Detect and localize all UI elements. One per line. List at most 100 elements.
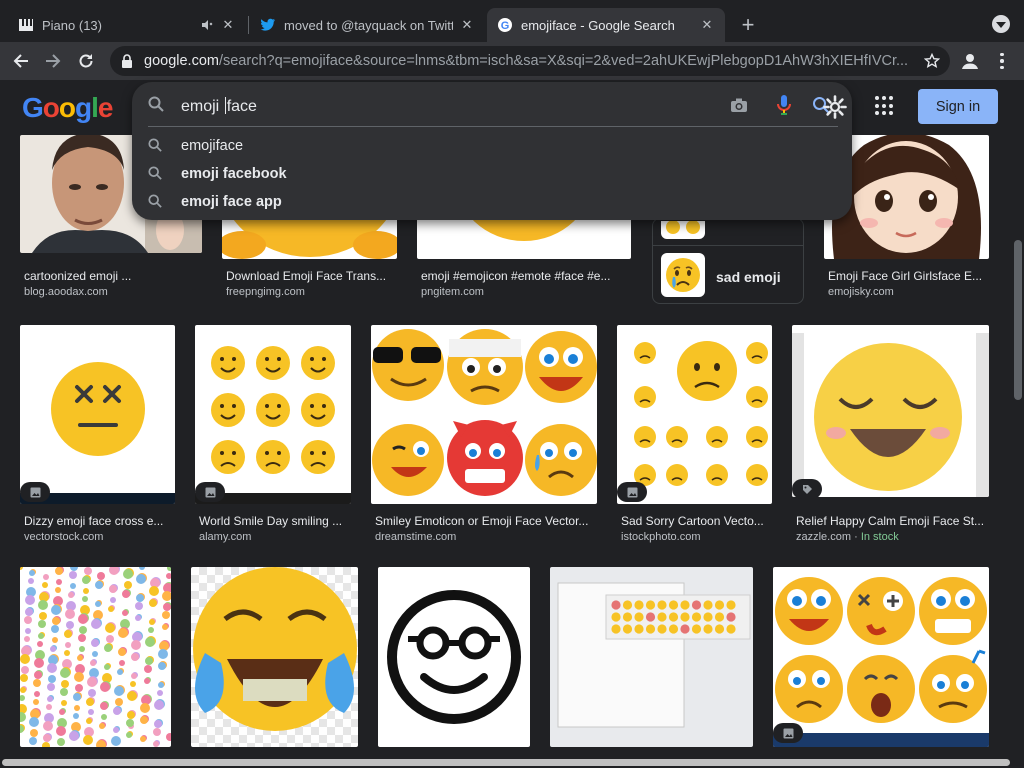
camera-icon[interactable] [730, 97, 748, 113]
google-apps-icon[interactable] [875, 96, 895, 116]
result-title[interactable]: World Smile Day smiling ... [199, 514, 351, 528]
result-source[interactable]: pngitem.com [421, 286, 484, 298]
suggestion-item[interactable]: emojiface [132, 132, 852, 160]
sign-in-button[interactable]: Sign in [918, 89, 998, 124]
result-title[interactable]: Relief Happy Calm Emoji Face St... [796, 514, 989, 528]
result-title[interactable]: Smiley Emoticon or Emoji Face Vector... [375, 514, 597, 528]
search-suggestions-panel: emoji face emojiface emoji facebook emoj… [132, 82, 852, 220]
microphone-icon[interactable] [776, 94, 792, 116]
tab-strip: Piano (13) ✕ moved to @tayquack on Twitt… [0, 0, 1024, 42]
menu-button[interactable] [990, 49, 1014, 73]
suggestion-text: emojiface [181, 138, 244, 154]
tab-twitter[interactable]: moved to @tayquack on Twitter ✕ [250, 8, 485, 42]
bookmark-star-icon[interactable] [924, 53, 940, 69]
reload-icon [79, 54, 93, 68]
result-title[interactable]: cartoonized emoji ... [24, 269, 198, 283]
search-icon [148, 96, 164, 112]
divider [653, 245, 803, 246]
image-result[interactable] [378, 567, 530, 747]
search-icon [148, 166, 162, 180]
svg-text:G: G [501, 20, 510, 32]
lock-icon [122, 54, 132, 68]
tag-icon [802, 484, 812, 494]
image-badge [20, 482, 50, 502]
new-tab-button[interactable]: + [735, 12, 761, 38]
result-image[interactable] [792, 325, 989, 497]
audio-icon[interactable] [200, 17, 214, 33]
result-image[interactable] [20, 325, 175, 504]
image-result[interactable] [20, 567, 171, 747]
result-source[interactable]: freepngimg.com [226, 286, 305, 298]
scrollbar-thumb[interactable] [2, 759, 1010, 766]
tab-search-button[interactable] [992, 15, 1010, 33]
sad-emoji-thumb [661, 253, 705, 297]
related-search-sad-emoji[interactable]: sad emoji [652, 218, 804, 304]
arrow-right-icon [46, 54, 61, 68]
suggestion-item[interactable]: emoji facebook [132, 160, 852, 188]
result-image[interactable] [617, 325, 772, 504]
close-icon[interactable]: ✕ [220, 17, 236, 33]
search-input[interactable]: emoji face [181, 97, 257, 116]
image-result[interactable]: World Smile Day smiling ... alamy.com [195, 325, 351, 550]
suggestion-item[interactable]: emoji face app [132, 188, 852, 216]
tab-title: emojiface - Google Search [521, 17, 675, 33]
settings-gear-icon[interactable] [823, 95, 847, 119]
image-result[interactable]: Relief Happy Calm Emoji Face St... zazzl… [792, 325, 989, 550]
profile-button[interactable] [958, 49, 982, 73]
result-image[interactable] [550, 567, 753, 747]
image-badge [773, 723, 803, 743]
result-title[interactable]: Download Emoji Face Trans... [226, 269, 393, 283]
horizontal-scrollbar[interactable] [0, 756, 1024, 768]
search-icon [148, 138, 162, 152]
result-title[interactable]: Sad Sorry Cartoon Vecto... [621, 514, 772, 528]
google-icon: G [497, 17, 513, 33]
reload-button[interactable] [73, 48, 99, 74]
tab-google-search[interactable]: G emojiface - Google Search ✕ [487, 8, 725, 42]
result-image[interactable] [378, 567, 530, 747]
piano-icon [18, 17, 34, 33]
search-box[interactable]: emoji face [132, 82, 852, 126]
result-image[interactable] [371, 325, 597, 504]
result-source[interactable]: zazzle.com · In stock [796, 531, 899, 543]
search-icon [148, 194, 162, 208]
result-source[interactable]: emojisky.com [828, 286, 894, 298]
result-image[interactable] [20, 567, 171, 747]
close-icon[interactable]: ✕ [459, 17, 475, 33]
result-image[interactable] [191, 567, 358, 747]
result-source[interactable]: dreamstime.com [375, 531, 456, 543]
suggestion-text: emoji facebook [181, 166, 287, 182]
back-button[interactable] [8, 48, 34, 74]
address-bar[interactable]: google.com/search?q=emojiface&source=lnm… [110, 46, 950, 76]
result-image[interactable] [195, 325, 351, 504]
google-logo[interactable]: Google [22, 92, 113, 124]
result-image[interactable] [773, 567, 989, 747]
arrow-left-icon [13, 54, 28, 68]
close-icon[interactable]: ✕ [699, 17, 715, 33]
result-source[interactable]: blog.aoodax.com [24, 286, 108, 298]
image-icon [30, 487, 40, 497]
image-result[interactable] [191, 567, 358, 747]
result-source[interactable]: alamy.com [199, 531, 251, 543]
image-icon [627, 487, 637, 497]
forward-button[interactable] [40, 48, 66, 74]
image-badge [195, 482, 225, 502]
image-result[interactable] [773, 567, 989, 747]
tab-separator [248, 16, 249, 34]
text-caret [224, 97, 226, 114]
result-source[interactable]: vectorstock.com [24, 531, 103, 543]
image-result[interactable]: Dizzy emoji face cross e... vectorstock.… [20, 325, 175, 550]
result-source[interactable]: istockphoto.com [621, 531, 700, 543]
image-result[interactable]: Sad Sorry Cartoon Vecto... istockphoto.c… [617, 325, 772, 550]
image-icon [783, 728, 793, 738]
url-path: /search?q=emojiface&source=lnms&tbm=isch… [218, 53, 909, 69]
scrollbar-thumb[interactable] [1014, 240, 1022, 400]
twitter-icon [260, 17, 276, 33]
tab-piano[interactable]: Piano (13) ✕ [8, 8, 246, 42]
image-result[interactable]: Smiley Emoticon or Emoji Face Vector... … [371, 325, 597, 550]
result-title[interactable]: emoji #emojicon #emote #face #e... [421, 269, 627, 283]
image-result[interactable] [550, 567, 753, 747]
result-title[interactable]: Dizzy emoji face cross e... [24, 514, 175, 528]
vertical-scrollbar[interactable] [1012, 80, 1024, 756]
tab-title: moved to @tayquack on Twitter [284, 17, 453, 33]
result-title[interactable]: Emoji Face Girl Girlsface E... [828, 269, 989, 283]
